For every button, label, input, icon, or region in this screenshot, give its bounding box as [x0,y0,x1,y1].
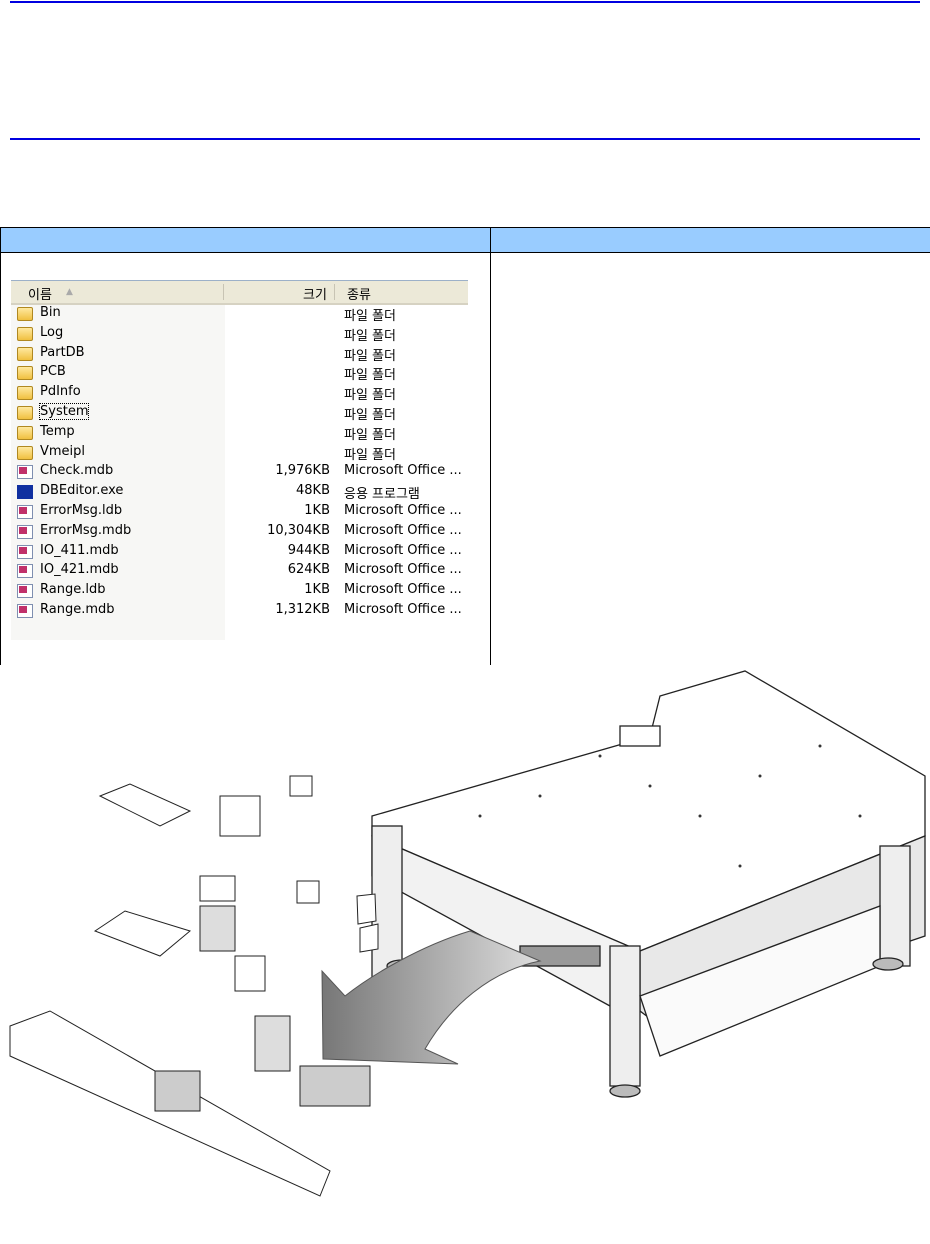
file-name: DBEditor.exe [40,483,124,499]
file-row[interactable]: PartDB 파일 폴더 [11,344,468,364]
file-name: IO_411.mdb [40,542,119,558]
table-header-row [1,227,930,253]
file-size: 944KB [287,542,330,558]
folder-icon [17,406,33,420]
file-row[interactable]: PdInfo 파일 폴더 [11,383,468,403]
file-name: ErrorMsg.mdb [40,522,132,538]
file-explorer-list[interactable]: 이름 ▲ 크기 종류 Bin 파일 폴더 Log 파일 폴더 PartDB 파일… [11,280,468,640]
column-name-header[interactable]: 이름 [28,284,52,303]
file-size: 624KB [287,562,330,578]
file-type: 파일 폴더 [344,427,396,443]
file-row[interactable]: Bin 파일 폴더 [11,304,468,324]
file-type: Microsoft Office ... [344,602,462,617]
access-db-icon [17,465,33,480]
file-type: 파일 폴더 [344,368,396,384]
file-type: Microsoft Office ... [344,562,462,578]
file-size: 1KB [304,503,330,518]
file-name: Range.mdb [40,602,115,617]
file-type: 파일 폴더 [344,309,396,324]
file-type: 파일 폴더 [344,408,396,423]
folder-icon [17,346,33,361]
file-type: Microsoft Office ... [344,582,462,598]
file-type: 파일 폴더 [344,328,396,344]
access-lock-icon [17,584,33,599]
file-name: Range.ldb [40,582,106,598]
exploded-view-arrow [321,930,542,1065]
sort-ascending-icon: ▲ [66,287,73,297]
application-icon [17,485,33,500]
column-type-header[interactable]: 종류 [347,284,371,303]
file-row[interactable]: Temp 파일 폴더 [11,423,468,443]
file-name: Log [40,324,64,340]
file-type: 파일 폴더 [344,388,396,404]
file-name: PartDB [40,344,85,360]
file-type: Microsoft Office ... [344,542,462,558]
file-name: System [38,403,90,420]
file-size: 1KB [304,582,330,598]
access-db-icon [17,524,33,539]
folder-icon [17,307,33,321]
file-row[interactable]: DBEditor.exe 48KB 응용 프로그램 [11,482,468,502]
folder-icon [17,445,33,460]
access-db-icon [17,544,33,559]
file-size: 1,312KB [275,602,330,617]
file-row[interactable]: IO_411.mdb 944KB Microsoft Office ... [11,542,468,562]
file-size: 10,304KB [267,522,330,538]
file-row[interactable]: PCB 파일 폴더 [11,363,468,383]
file-row[interactable]: Log 파일 폴더 [11,324,468,344]
section-rule [10,138,920,140]
file-name: Vmeipl [40,443,86,459]
file-row[interactable]: IO_421.mdb 624KB Microsoft Office ... [11,561,468,581]
top-rule [10,1,920,3]
file-name: PCB [40,364,66,380]
file-type: 응용 프로그램 [344,487,420,503]
machine-frame [371,670,926,1098]
access-db-icon [17,564,33,579]
file-size: 1,976KB [275,463,330,479]
file-name: Bin [40,305,61,320]
file-type: 파일 폴더 [344,447,396,463]
column-size-header[interactable]: 크기 [303,284,327,303]
file-row[interactable]: Check.mdb 1,976KB Microsoft Office ... [11,462,468,482]
file-name: Temp [40,423,75,439]
file-row[interactable]: System 파일 폴더 [11,403,468,423]
column-header: 이름 ▲ 크기 종류 [11,280,468,305]
exploded-assembly-drawing: 87111514961016141291310511 [9,670,926,1197]
file-row[interactable]: Vmeipl 파일 폴더 [11,443,468,463]
folder-icon [17,386,33,401]
file-name: ErrorMsg.ldb [40,503,123,518]
file-type: 파일 폴더 [344,348,396,364]
file-name: IO_421.mdb [40,562,119,578]
file-size: 48KB [296,483,330,499]
folder-icon [17,366,33,381]
access-lock-icon [17,505,33,519]
file-type: Microsoft Office ... [344,463,462,479]
file-row[interactable]: Range.mdb 1,312KB Microsoft Office ... [11,601,468,621]
file-name: Check.mdb [40,463,114,479]
file-row[interactable]: ErrorMsg.ldb 1KB Microsoft Office ... [11,502,468,522]
file-row[interactable]: ErrorMsg.mdb 10,304KB Microsoft Office .… [11,522,468,542]
folder-icon [17,326,33,341]
access-db-icon [17,604,33,618]
column-divider [490,227,491,665]
file-type: Microsoft Office ... [344,522,462,538]
folder-icon [17,425,33,440]
file-row[interactable]: Range.ldb 1KB Microsoft Office ... [11,581,468,601]
file-type: Microsoft Office ... [344,503,462,518]
file-name: PdInfo [40,384,81,400]
